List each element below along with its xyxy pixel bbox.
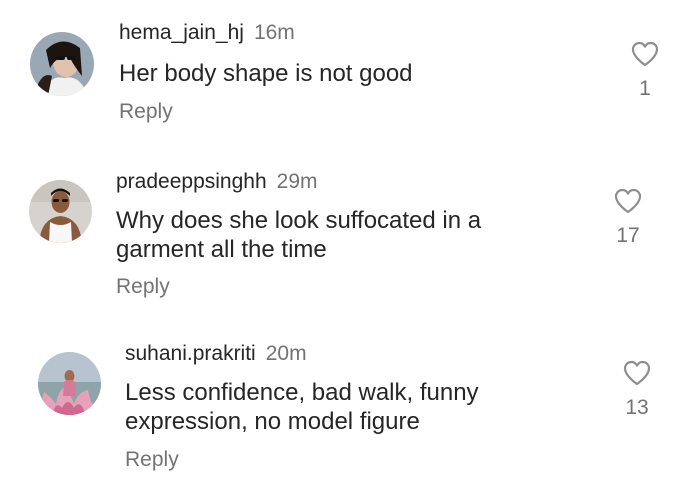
comment-time: 20m xyxy=(265,342,307,365)
like-control: 13 xyxy=(617,360,657,420)
comment-username[interactable]: suhani.prakriti xyxy=(125,342,256,365)
like-count: 13 xyxy=(625,396,649,419)
heart-outline-icon[interactable] xyxy=(623,360,651,386)
comment-item: suhani.prakriti 20m Less confidence, bad … xyxy=(0,0,700,489)
reply-button[interactable]: Reply xyxy=(125,447,179,473)
avatar[interactable] xyxy=(38,352,101,415)
comment-text: Less confidence, bad walk, funny express… xyxy=(125,379,479,435)
comment-meta: suhani.prakriti 20m xyxy=(125,341,307,367)
